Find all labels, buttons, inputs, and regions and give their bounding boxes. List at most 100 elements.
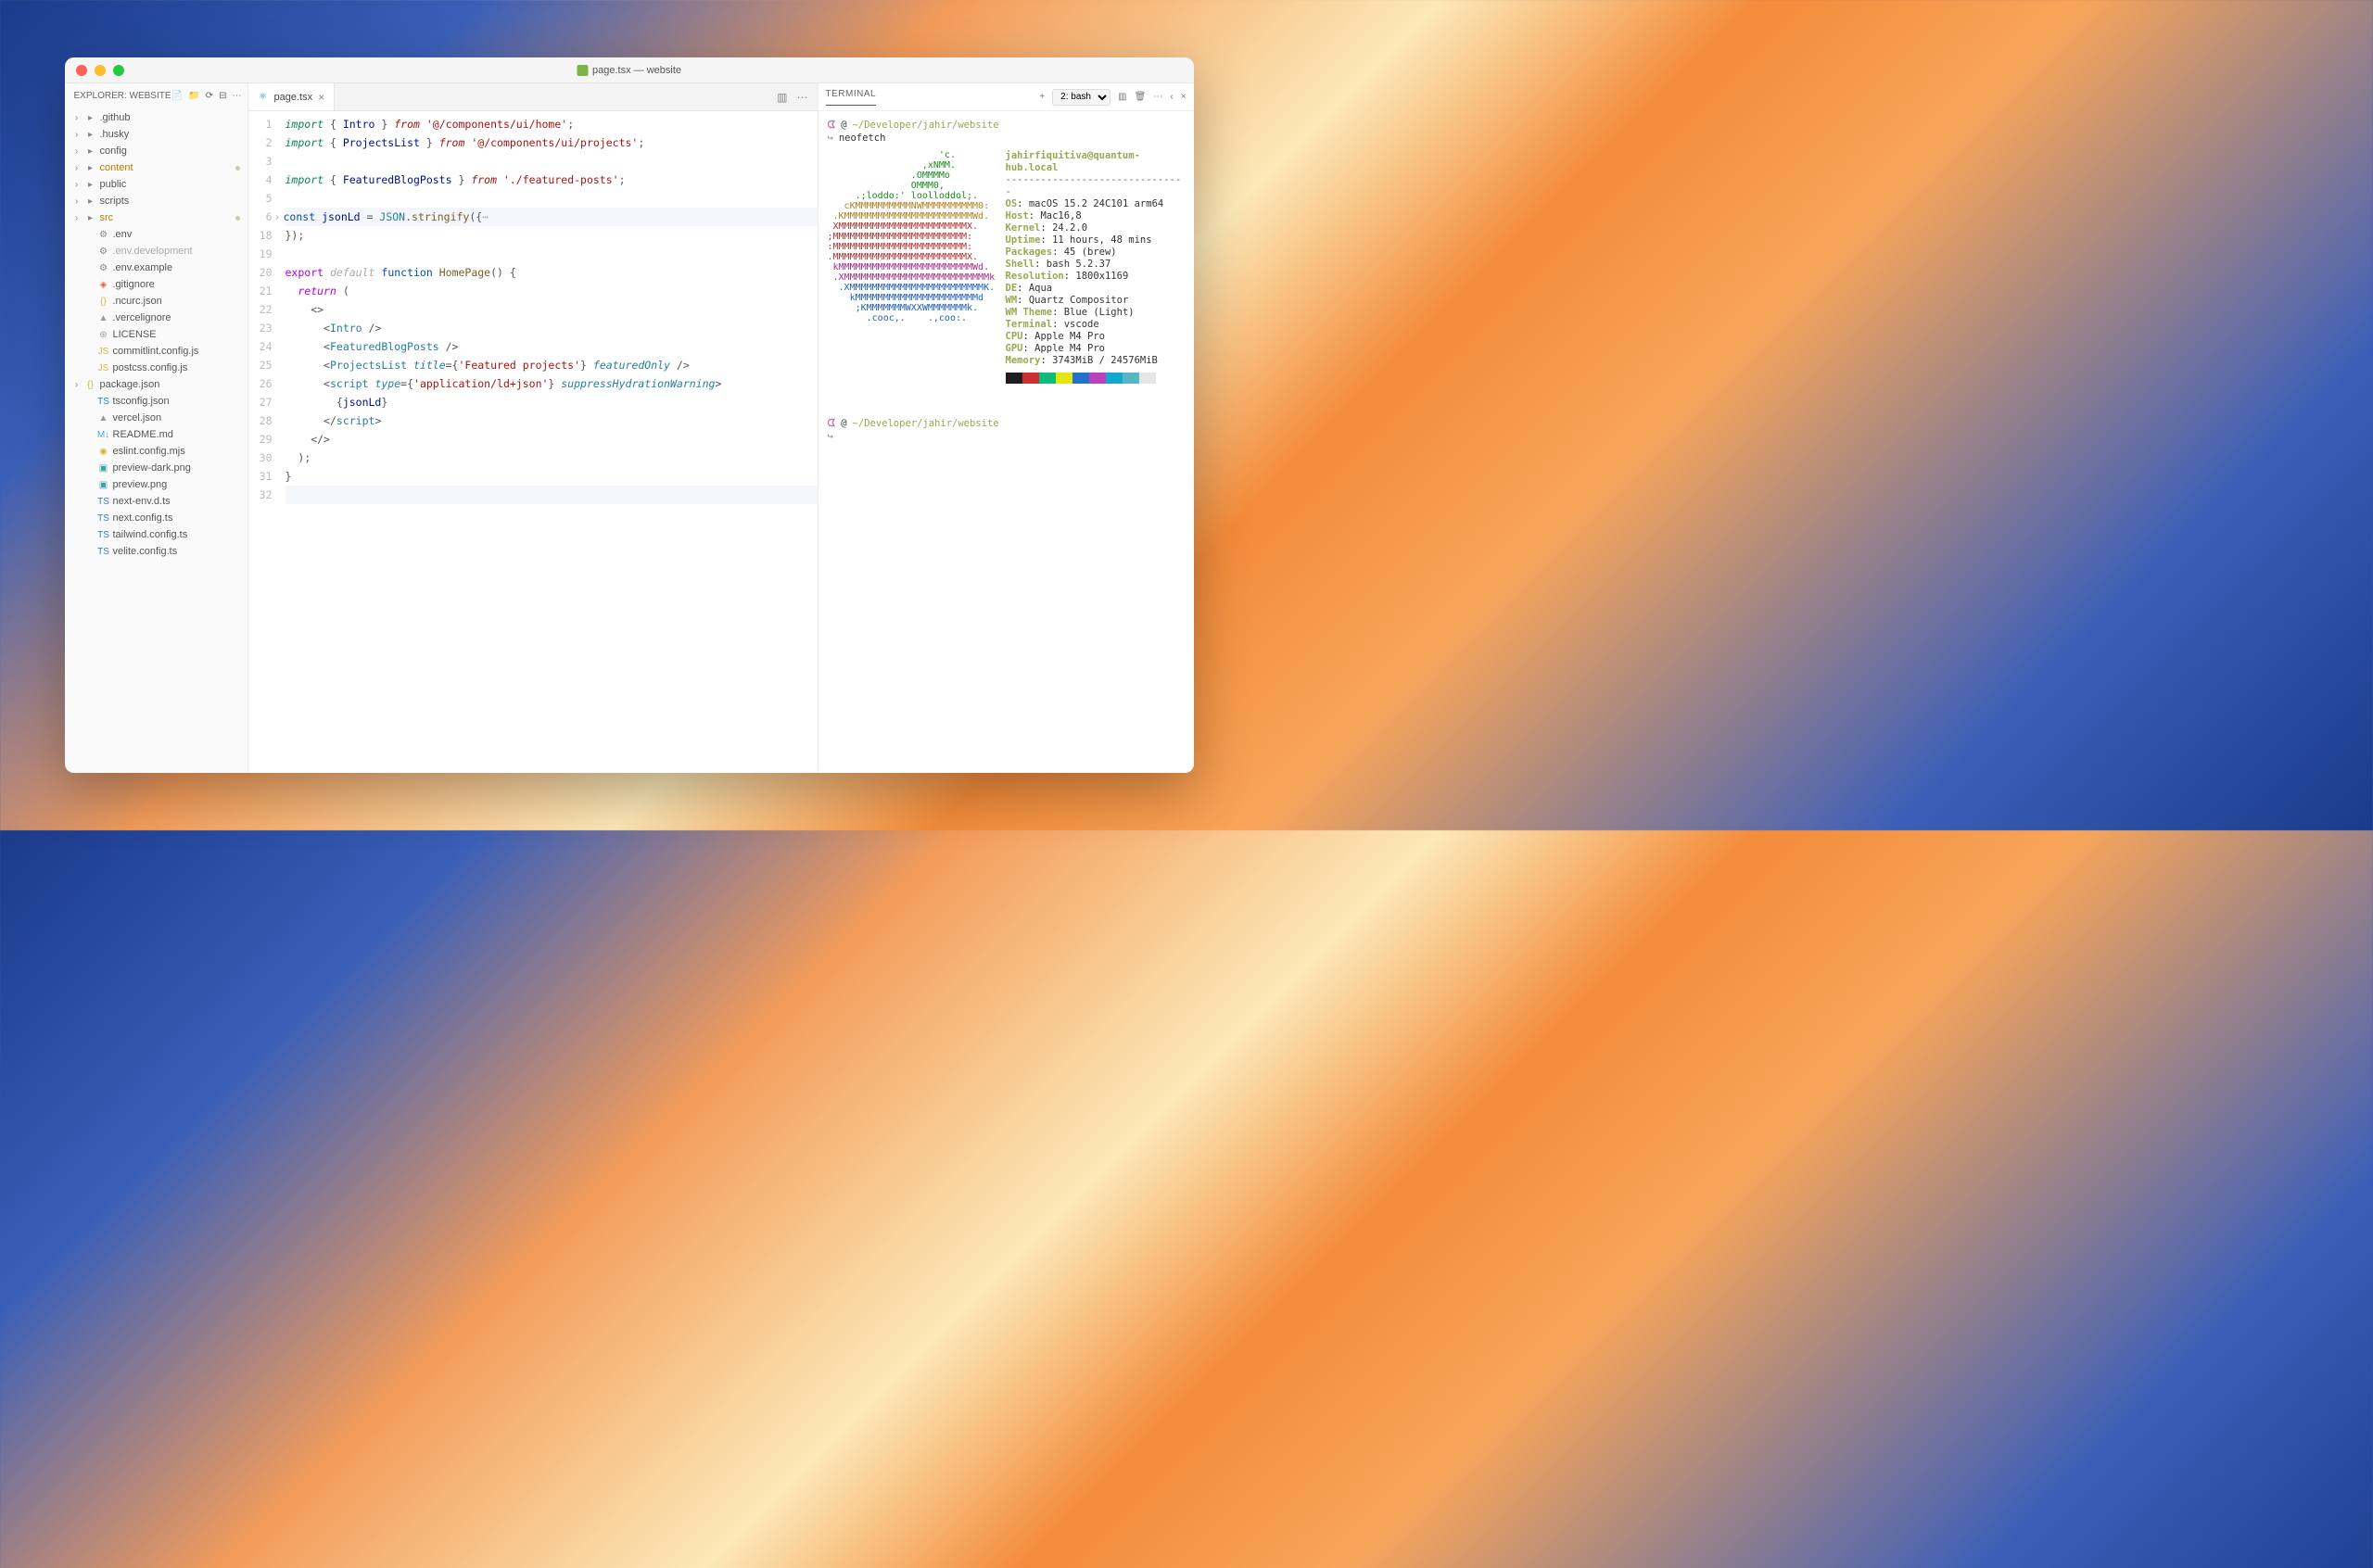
refresh-icon[interactable]: ⟳ [206,91,213,101]
code-line[interactable]: <script type={'application/ld+json'} sup… [286,374,818,393]
info-row: Host: Mac16,8 [1006,210,1185,222]
code-line[interactable]: <FeaturedBlogPosts /> [286,337,818,356]
json-icon: {} [83,380,98,390]
info-value: 24.2.0 [1052,222,1087,234]
code-line[interactable]: <ProjectsList title={'Featured projects'… [286,356,818,374]
new-file-icon[interactable]: 📄 [171,91,183,101]
tree-item--github[interactable]: ›▸.github [65,109,247,126]
fold-icon[interactable]: › [274,208,284,226]
tree-item-package-json[interactable]: ›{}package.json [65,376,247,393]
new-terminal-icon[interactable]: + [1039,92,1045,102]
code-line[interactable]: }); [286,226,818,245]
line-number: 3 [248,152,282,171]
tree-item--vercelignore[interactable]: ▲.vercelignore [65,310,247,326]
tree-item-commitlint-config-js[interactable]: JScommitlint.config.js [65,343,247,360]
code-line[interactable]: ›const jsonLd = JSON.stringify({⋯ [286,208,818,226]
tree-item-next-env-d-ts[interactable]: TSnext-env.d.ts [65,493,247,510]
tree-item-postcss-config-js[interactable]: JSpostcss.config.js [65,360,247,376]
code-line[interactable]: <> [286,300,818,319]
kill-terminal-icon[interactable]: 🗑 [1135,92,1147,102]
file-label: .env.development [113,246,244,257]
chevron-right-icon[interactable]: › [70,113,83,123]
chevron-right-icon[interactable]: › [70,180,83,190]
code-line[interactable]: import { FeaturedBlogPosts } from './fea… [286,171,818,189]
terminal-body[interactable]: ᗧ @ ~/Developer/jahir/website ↪ neofetch… [818,111,1194,773]
more-terminal-icon[interactable]: ⋯ [1153,92,1162,102]
react-icon: ⚛ [258,92,269,103]
chevron-icon[interactable]: ‹ [1170,92,1173,102]
tree-item-eslint-config-mjs[interactable]: ◉eslint.config.mjs [65,443,247,460]
tree-item-readme-md[interactable]: M↓README.md [65,426,247,443]
maximize-window-button[interactable] [113,65,124,76]
code-line[interactable] [286,152,818,171]
chevron-right-icon[interactable]: › [70,130,83,140]
tree-item-public[interactable]: ›▸public [65,176,247,193]
line-number: 29 [248,430,282,449]
vercel-icon: ▲ [96,313,111,323]
tree-item-preview-png[interactable]: ▣preview.png [65,476,247,493]
tree-item-vercel-json[interactable]: ▲vercel.json [65,410,247,426]
tree-item-tailwind-config-ts[interactable]: TStailwind.config.ts [65,526,247,543]
info-row: CPU: Apple M4 Pro [1006,331,1185,343]
code-line[interactable]: } [286,467,818,486]
close-window-button[interactable] [76,65,87,76]
info-value: 11 hours, 48 mins [1052,234,1151,246]
code-line[interactable]: import { ProjectsList } from '@/componen… [286,133,818,152]
chevron-right-icon[interactable]: › [70,213,83,223]
code-line[interactable]: </script> [286,411,818,430]
code-line[interactable]: return ( [286,282,818,300]
tab-label: page.tsx [274,92,313,103]
editor-tab[interactable]: ⚛ page.tsx × [248,83,336,110]
tree-item-preview-dark-png[interactable]: ▣preview-dark.png [65,460,247,476]
code-line[interactable]: </> [286,430,818,449]
split-editor-icon[interactable]: ▥ [777,91,787,104]
chevron-right-icon[interactable]: › [70,196,83,207]
cert-icon: ⊛ [96,330,111,340]
collapse-icon[interactable]: ⊟ [219,91,226,101]
tree-item--gitignore[interactable]: ◈.gitignore [65,276,247,293]
terminal-header: TERMINAL + 2: bash ▥ 🗑 ⋯ ‹ × [818,83,1194,111]
code-line[interactable] [286,486,818,504]
chevron-right-icon[interactable]: › [70,380,83,390]
folder-icon: ▸ [83,163,98,173]
art-line: ;KMMMMMMMWXXWMMMMMMMk. [828,303,995,313]
tree-item-license[interactable]: ⊛LICENSE [65,326,247,343]
tree-item-content[interactable]: ›▸content [65,159,247,176]
tree-item--env[interactable]: ⚙.env [65,226,247,243]
more-icon[interactable]: ⋯ [233,91,242,101]
tree-item-config[interactable]: ›▸config [65,143,247,159]
terminal-shell-select[interactable]: 2: bash [1052,89,1110,106]
chevron-right-icon[interactable]: › [70,146,83,157]
chevron-right-icon[interactable]: › [70,163,83,173]
file-label: tsconfig.json [113,396,244,407]
tree-item--env-development[interactable]: ⚙.env.development [65,243,247,259]
code-lines[interactable]: import { Intro } from '@/components/ui/h… [282,111,818,773]
code-line[interactable]: {jsonLd} [286,393,818,411]
tree-item-next-config-ts[interactable]: TSnext.config.ts [65,510,247,526]
modified-dot-icon [235,216,240,221]
new-folder-icon[interactable]: 📁 [188,91,199,101]
tree-item--ncurc-json[interactable]: {}.ncurc.json [65,293,247,310]
tree-item--env-example[interactable]: ⚙.env.example [65,259,247,276]
more-actions-icon[interactable]: ⋯ [797,91,808,104]
code-area[interactable]: 123456181920212223242526272829303132 imp… [248,111,818,773]
tree-item-tsconfig-json[interactable]: TStsconfig.json [65,393,247,410]
tree-item-scripts[interactable]: ›▸scripts [65,193,247,209]
code-line[interactable]: <Intro /> [286,319,818,337]
code-line[interactable] [286,189,818,208]
minimize-window-button[interactable] [95,65,106,76]
close-panel-icon[interactable]: × [1181,92,1186,102]
code-line[interactable]: export default function HomePage() { [286,263,818,282]
split-terminal-icon[interactable]: ▥ [1118,92,1126,102]
file-label: commitlint.config.js [113,346,244,357]
tree-item-src[interactable]: ›▸src [65,209,247,226]
file-label: scripts [100,196,244,207]
tree-item-velite-config-ts[interactable]: TSvelite.config.ts [65,543,247,560]
code-line[interactable] [286,245,818,263]
file-label: eslint.config.mjs [113,446,244,457]
close-tab-icon[interactable]: × [318,91,324,104]
tree-item--husky[interactable]: ›▸.husky [65,126,247,143]
terminal-tab[interactable]: TERMINAL [826,89,877,106]
code-line[interactable]: import { Intro } from '@/components/ui/h… [286,115,818,133]
code-line[interactable]: ); [286,449,818,467]
